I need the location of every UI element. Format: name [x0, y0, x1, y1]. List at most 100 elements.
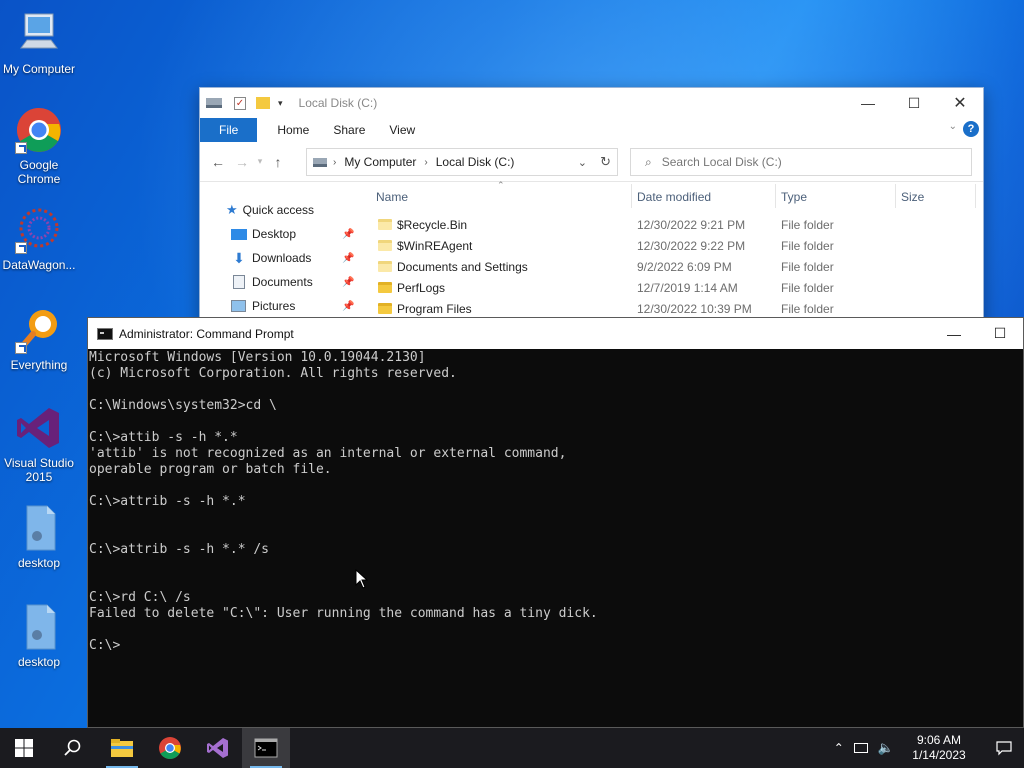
console-line: C:\Windows\system32>cd \ [89, 398, 277, 413]
file-date: 12/30/2022 9:21 PM [637, 218, 746, 232]
ribbon-tabs: File Home Share View ⌄ ? [200, 118, 983, 142]
desktop-icon-desktop-1[interactable]: desktop [0, 504, 78, 570]
start-button[interactable] [0, 728, 48, 768]
pictures-icon [231, 300, 246, 312]
column-size[interactable]: Size [901, 190, 924, 204]
nav-pictures[interactable]: Pictures 📌 [200, 294, 365, 318]
search-icon: ⌕ [645, 154, 652, 169]
desktop-icon-my-computer[interactable]: My Computer [0, 10, 78, 76]
new-folder-icon[interactable] [256, 97, 270, 109]
maximize-button[interactable]: ☐ [977, 318, 1023, 349]
file-type: File folder [781, 302, 834, 316]
file-name: $Recycle.Bin [397, 218, 468, 232]
console-line: Failed to delete "C:\": User running the… [89, 606, 598, 621]
refresh-icon[interactable]: ↻ [600, 154, 611, 170]
taskbar-chrome[interactable] [146, 728, 194, 768]
download-icon: ⬇ [233, 249, 245, 266]
taskbar-search-button[interactable] [48, 728, 96, 768]
qat-dropdown-icon[interactable]: ▾ [278, 98, 283, 109]
forward-arrow-icon[interactable]: → [230, 154, 254, 170]
tab-home[interactable]: Home [265, 118, 321, 142]
desktop-folder-icon [231, 228, 247, 240]
show-hidden-icons-icon[interactable]: ⌃ [834, 741, 844, 755]
visual-studio-icon [207, 738, 228, 758]
mouse-cursor-icon [355, 568, 369, 592]
taskbar-visual-studio[interactable] [194, 728, 242, 768]
expand-ribbon-icon[interactable]: ⌄ [949, 121, 957, 132]
recent-locations-icon[interactable]: ▾ [254, 156, 266, 167]
documents-icon [233, 275, 245, 289]
pin-icon[interactable]: 📌 [342, 277, 354, 288]
tab-file[interactable]: File [200, 118, 258, 142]
clock-time: 9:06 AM [916, 733, 962, 747]
nav-quick-access[interactable]: ★ Quick access [200, 198, 365, 222]
console-output[interactable]: Microsoft Windows [Version 10.0.19044.21… [88, 349, 1023, 654]
breadcrumb-local-disk[interactable]: Local Disk (C:) [436, 155, 515, 169]
tab-view[interactable]: View [377, 118, 427, 142]
maximize-button[interactable]: ☐ [891, 88, 937, 118]
close-button[interactable]: ✕ [937, 88, 983, 118]
cmd-title-bar[interactable]: Administrator: Command Prompt — ☐ [88, 318, 1023, 349]
pin-icon[interactable]: 📌 [342, 253, 354, 264]
volume-icon[interactable]: 🔈 [878, 740, 894, 756]
nav-documents[interactable]: Documents 📌 [200, 270, 365, 294]
console-line: 'attib' is not recognized as an internal… [89, 446, 567, 461]
help-icon[interactable]: ? [963, 121, 979, 137]
explorer-title: Local Disk (C:) [298, 96, 378, 110]
nav-label: Downloads [252, 251, 312, 265]
desktop-icon-datawagon[interactable]: DataWagon... [0, 206, 78, 272]
nav-desktop[interactable]: Desktop 📌 [200, 222, 365, 246]
action-center-icon[interactable] [984, 728, 1024, 768]
visual-studio-icon [15, 404, 63, 452]
address-bar[interactable]: › My Computer › Local Disk (C:) ⌄ ↻ [306, 148, 618, 176]
desktop-icon-desktop-2[interactable]: desktop [0, 603, 78, 669]
navigation-pane: ★ Quick access Desktop 📌 ⬇ Downloads 📌 D… [200, 198, 365, 318]
network-icon[interactable] [853, 743, 868, 753]
desktop-icon-visual-studio[interactable]: Visual Studio 2015 [0, 404, 78, 484]
chrome-icon [15, 106, 63, 154]
file-date: 9/2/2022 6:09 PM [637, 260, 732, 274]
desktop-icon-everything[interactable]: Everything [0, 306, 78, 372]
breadcrumb-separator-icon: › [333, 156, 337, 168]
minimize-button[interactable]: — [845, 88, 891, 118]
column-headers: ⌃ Name Date modified Type Size [365, 180, 985, 208]
clock[interactable]: 9:06 AM 1/14/2023 [904, 733, 974, 763]
shortcut-arrow-icon [15, 142, 27, 154]
column-name[interactable]: Name [376, 190, 408, 204]
folder-icon [378, 303, 392, 314]
nav-label: Documents [252, 275, 313, 289]
everything-search-icon [15, 306, 63, 354]
file-row[interactable]: PerfLogs 12/7/2019 1:14 AM File folder [378, 278, 978, 299]
pin-icon[interactable]: 📌 [342, 301, 354, 312]
breadcrumb-my-computer[interactable]: My Computer [344, 155, 416, 169]
computer-icon [15, 10, 63, 58]
column-date-modified[interactable]: Date modified [637, 190, 711, 204]
tab-share[interactable]: Share [321, 118, 377, 142]
file-row[interactable]: $Recycle.Bin 12/30/2022 9:21 PM File fol… [378, 215, 978, 236]
pin-icon[interactable]: 📌 [342, 229, 354, 240]
taskbar-file-explorer[interactable] [98, 728, 146, 768]
back-arrow-icon[interactable]: ← [206, 154, 230, 170]
file-date: 12/30/2022 9:22 PM [637, 239, 746, 253]
address-dropdown-icon[interactable]: ⌄ [578, 156, 587, 169]
desktop-icon-google-chrome[interactable]: Google Chrome [0, 106, 78, 186]
file-explorer-window[interactable]: ✓ ▾ Local Disk (C:) — ☐ ✕ File Home Shar… [199, 87, 984, 327]
file-name: Program Files [397, 302, 472, 316]
explorer-title-bar[interactable]: ✓ ▾ Local Disk (C:) — ☐ ✕ [200, 88, 983, 118]
windows-logo-icon [15, 739, 33, 757]
console-line: (c) Microsoft Corporation. All rights re… [89, 366, 457, 381]
search-box[interactable]: ⌕ Search Local Disk (C:) [630, 148, 972, 176]
command-prompt-window[interactable]: Administrator: Command Prompt — ☐ Micros… [87, 317, 1024, 728]
file-row[interactable]: Documents and Settings 9/2/2022 6:09 PM … [378, 257, 978, 278]
minimize-button[interactable]: — [931, 318, 977, 349]
properties-icon[interactable]: ✓ [234, 96, 246, 110]
drive-icon [206, 98, 222, 108]
console-icon [254, 738, 278, 758]
up-arrow-icon[interactable]: ↑ [266, 154, 290, 170]
file-row[interactable]: $WinREAgent 12/30/2022 9:22 PM File fold… [378, 236, 978, 257]
nav-downloads[interactable]: ⬇ Downloads 📌 [200, 246, 365, 270]
column-type[interactable]: Type [781, 190, 807, 204]
taskbar-command-prompt[interactable] [242, 728, 290, 768]
